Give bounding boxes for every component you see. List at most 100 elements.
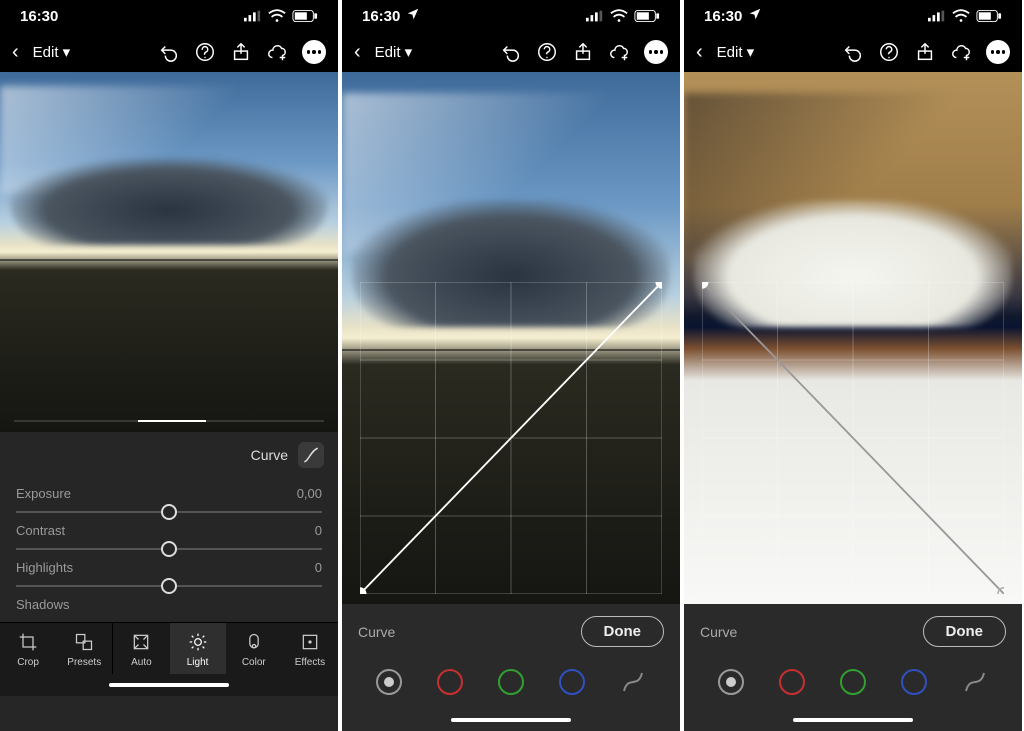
curve-channel-red[interactable] (779, 669, 805, 695)
back-button[interactable]: ‹ (12, 41, 19, 64)
contrast-label: Contrast (16, 523, 65, 538)
edit-menu[interactable]: Edit ▾ (33, 43, 71, 61)
status-right (244, 9, 318, 23)
back-button[interactable]: ‹ (354, 41, 361, 64)
light-icon (187, 631, 209, 653)
auto-icon (130, 631, 152, 653)
tool-auto[interactable]: Auto (112, 623, 169, 674)
curve-channel-row (342, 659, 680, 709)
battery-icon (976, 9, 1002, 23)
curve-channel-green[interactable] (498, 669, 524, 695)
exposure-value: 0,00 (297, 486, 322, 501)
photo-viewport[interactable] (684, 72, 1022, 604)
home-indicator[interactable] (0, 674, 338, 696)
battery-icon (634, 9, 660, 23)
tool-color[interactable]: Color (226, 623, 282, 674)
undo-icon[interactable] (158, 41, 180, 63)
share-icon[interactable] (230, 41, 252, 63)
nav-bar: ‹ Edit ▾ (0, 32, 338, 72)
more-menu[interactable] (986, 40, 1010, 64)
edit-menu[interactable]: Edit ▾ (375, 43, 413, 61)
highlights-value: 0 (315, 560, 322, 575)
nav-bar: ‹ Edit ▾ (684, 32, 1022, 72)
more-menu[interactable] (302, 40, 326, 64)
help-icon[interactable] (194, 41, 216, 63)
crop-icon (17, 631, 39, 653)
phone-screen-2: 16:30 ‹ Edit ▾ (342, 0, 680, 731)
curve-panel-label: Curve (358, 624, 395, 640)
done-button[interactable]: Done (923, 616, 1007, 647)
film-strip-scrub[interactable] (14, 420, 324, 422)
effects-icon (299, 631, 321, 653)
cloud-add-icon[interactable] (608, 41, 630, 63)
curve-panel-label: Curve (700, 624, 737, 640)
cloud-add-icon[interactable] (950, 41, 972, 63)
phone-screen-3: 16:30 ‹ Edit ▾ (684, 0, 1022, 731)
status-right (586, 9, 660, 23)
tool-effects[interactable]: Effects (282, 623, 338, 674)
home-indicator[interactable] (342, 709, 680, 731)
tool-strip: Crop Presets Auto Light Color Effects (0, 622, 338, 674)
curve-channel-luma[interactable] (718, 669, 744, 695)
signal-icon (586, 10, 604, 22)
curve-panel: Curve Done (342, 604, 680, 731)
help-icon[interactable] (536, 41, 558, 63)
status-time: 16:30 (20, 8, 58, 25)
done-button[interactable]: Done (581, 616, 665, 647)
highlights-slider[interactable]: Highlights 0 (0, 552, 338, 589)
share-icon[interactable] (914, 41, 936, 63)
tone-curve-editor[interactable] (702, 282, 1004, 594)
curve-button-icon[interactable] (298, 442, 324, 468)
nav-bar: ‹ Edit ▾ (342, 32, 680, 72)
exposure-label: Exposure (16, 486, 71, 501)
contrast-value: 0 (315, 523, 322, 538)
curve-parametric[interactable] (620, 669, 646, 695)
curve-channel-green[interactable] (840, 669, 866, 695)
tool-light[interactable]: Light (170, 623, 226, 674)
location-icon (748, 7, 762, 25)
curve-panel: Curve Done (684, 604, 1022, 731)
undo-icon[interactable] (842, 41, 864, 63)
edit-menu[interactable]: Edit ▾ (717, 43, 755, 61)
curve-channel-blue[interactable] (901, 669, 927, 695)
location-icon (406, 7, 420, 25)
exposure-slider[interactable]: Exposure 0,00 (0, 478, 338, 515)
signal-icon (244, 10, 262, 22)
back-button[interactable]: ‹ (696, 41, 703, 64)
curve-channel-red[interactable] (437, 669, 463, 695)
tool-presets[interactable]: Presets (56, 623, 112, 674)
color-icon (243, 631, 265, 653)
home-indicator[interactable] (684, 709, 1022, 731)
contrast-slider[interactable]: Contrast 0 (0, 515, 338, 552)
shadows-label: Shadows (16, 597, 69, 612)
share-icon[interactable] (572, 41, 594, 63)
curve-channel-luma[interactable] (376, 669, 402, 695)
phone-screen-1: 16:30 ‹ Edit ▾ (0, 0, 338, 731)
battery-icon (292, 9, 318, 23)
wifi-icon (952, 9, 970, 23)
presets-icon (73, 631, 95, 653)
help-icon[interactable] (878, 41, 900, 63)
curve-channel-blue[interactable] (559, 669, 585, 695)
light-panel: Curve Exposure 0,00 Contrast 0 Highlights 0… (0, 432, 338, 731)
undo-icon[interactable] (500, 41, 522, 63)
photo-viewport[interactable] (0, 72, 338, 432)
status-bar: 16:30 (0, 0, 338, 32)
cloud-add-icon[interactable] (266, 41, 288, 63)
more-menu[interactable] (644, 40, 668, 64)
status-bar: 16:30 (342, 0, 680, 32)
tool-crop[interactable]: Crop (0, 623, 56, 674)
tone-curve-editor[interactable] (360, 282, 662, 594)
status-bar: 16:30 (684, 0, 1022, 32)
wifi-icon (610, 9, 628, 23)
status-time: 16:30 (704, 8, 742, 25)
status-time: 16:30 (362, 8, 400, 25)
status-right (928, 9, 1002, 23)
photo-viewport[interactable] (342, 72, 680, 604)
curve-channel-row (684, 659, 1022, 709)
curve-button-label[interactable]: Curve (251, 447, 288, 463)
highlights-label: Highlights (16, 560, 73, 575)
wifi-icon (268, 9, 286, 23)
curve-parametric[interactable] (962, 669, 988, 695)
signal-icon (928, 10, 946, 22)
